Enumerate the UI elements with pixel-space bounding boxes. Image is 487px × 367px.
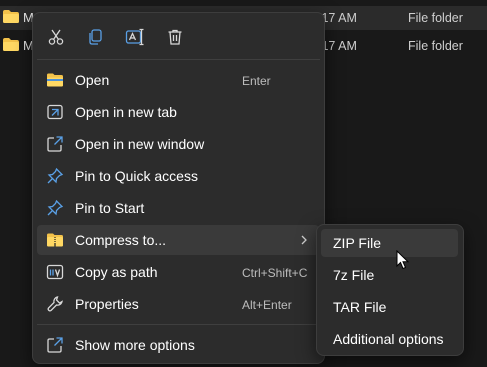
- path-icon: [46, 264, 64, 280]
- menu-divider: [37, 59, 320, 60]
- chevron-right-icon: [301, 235, 307, 245]
- folder-icon: [3, 10, 19, 23]
- rename-icon: [125, 28, 144, 46]
- delete-button[interactable]: [162, 24, 188, 50]
- copy-icon: [89, 29, 102, 45]
- menu-item-label: Open in new window: [75, 136, 205, 152]
- new-tab-icon: [47, 104, 63, 120]
- menu-item-label: Properties: [75, 296, 139, 312]
- shortcut-label: Ctrl+Shift+C: [242, 266, 308, 280]
- submenu-item-label: TAR File: [333, 299, 387, 315]
- menu-item-pin-quick-access[interactable]: Pin to Quick access: [37, 161, 319, 191]
- more-options-icon: [47, 337, 63, 353]
- menu-item-open-new-window[interactable]: Open in new window: [37, 129, 319, 159]
- menu-item-open[interactable]: Open Enter: [37, 65, 319, 95]
- menu-item-properties[interactable]: Properties Alt+Enter: [37, 289, 319, 319]
- menu-item-compress-to[interactable]: Compress to...: [37, 225, 319, 255]
- submenu-item-additional-options[interactable]: Additional options: [321, 325, 458, 353]
- menu-item-label: Pin to Quick access: [75, 168, 198, 184]
- compress-submenu: ZIP File 7z File TAR File Additional opt…: [316, 224, 464, 356]
- file-type: File folder: [408, 39, 463, 53]
- quick-actions-bar: [33, 13, 324, 59]
- submenu-item-label: Additional options: [333, 331, 444, 347]
- menu-item-label: Compress to...: [75, 232, 167, 248]
- menu-item-copy-as-path[interactable]: Copy as path Ctrl+Shift+C: [37, 257, 319, 287]
- rename-button[interactable]: [122, 24, 148, 50]
- submenu-item-label: 7z File: [333, 267, 375, 283]
- folder-icon: [3, 38, 19, 51]
- submenu-item-label: ZIP File: [333, 235, 381, 251]
- submenu-item-7z[interactable]: 7z File: [321, 261, 458, 289]
- mouse-cursor-icon: [396, 250, 410, 270]
- menu-item-label: Open in new tab: [75, 104, 177, 120]
- menu-divider: [37, 324, 320, 325]
- shortcut-label: Alt+Enter: [242, 298, 292, 312]
- pin-icon: [47, 199, 64, 216]
- submenu-item-zip[interactable]: ZIP File: [321, 229, 458, 257]
- menu-item-label: Pin to Start: [75, 200, 145, 216]
- menu-item-label: Open: [75, 72, 110, 88]
- copy-button[interactable]: [82, 24, 108, 50]
- file-type: File folder: [408, 11, 463, 25]
- menu-item-label: Copy as path: [75, 264, 158, 280]
- menu-item-pin-to-start[interactable]: Pin to Start: [37, 193, 319, 223]
- cut-button[interactable]: [43, 24, 69, 50]
- folder-open-icon: [47, 73, 63, 87]
- delete-icon: [168, 29, 182, 45]
- pin-icon: [47, 167, 64, 184]
- menu-item-open-new-tab[interactable]: Open in new tab: [37, 97, 319, 127]
- shortcut-label: Enter: [242, 74, 271, 88]
- cut-icon: [48, 29, 64, 45]
- menu-item-show-more-options[interactable]: Show more options: [37, 330, 319, 360]
- context-menu: Open Enter Open in new tab Open in new w…: [32, 12, 325, 364]
- menu-item-label: Show more options: [75, 337, 195, 353]
- wrench-icon: [47, 296, 63, 312]
- archive-icon: [47, 233, 63, 247]
- submenu-item-tar[interactable]: TAR File: [321, 293, 458, 321]
- new-window-icon: [47, 136, 63, 152]
